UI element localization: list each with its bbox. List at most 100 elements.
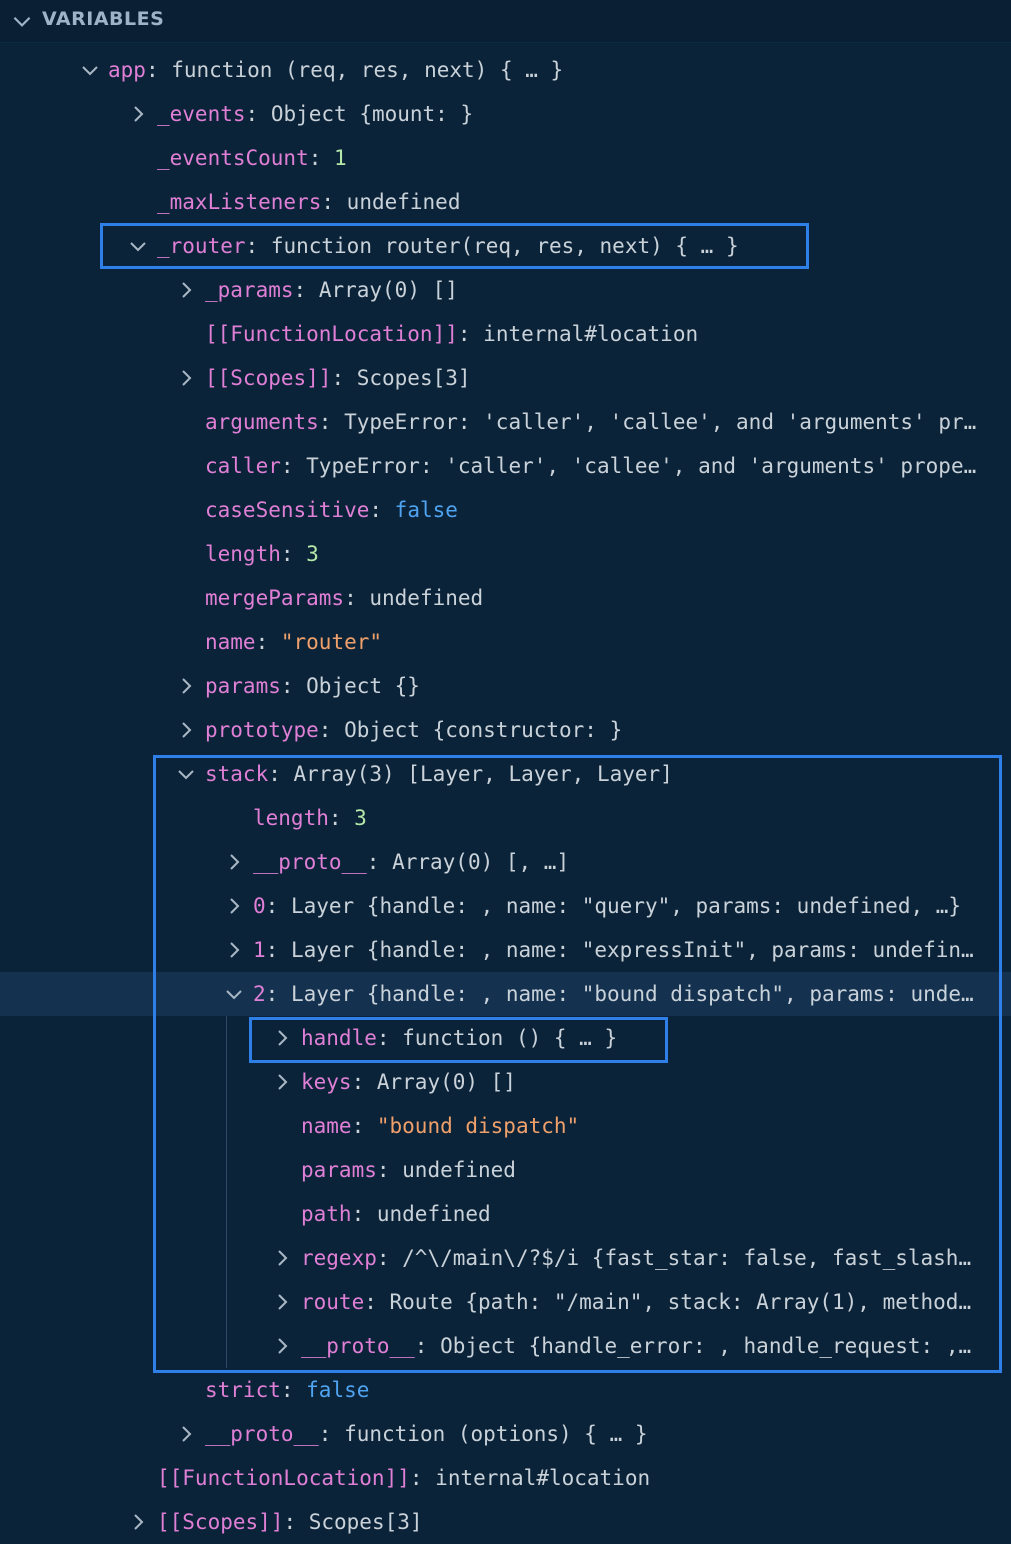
- variable-name: name: [301, 1114, 352, 1138]
- variable-value: 3: [306, 542, 319, 566]
- tree-row[interactable]: _router: function router(req, res, next)…: [0, 224, 1011, 268]
- tree-row[interactable]: 1: Layer {handle: , name: "expressInit",…: [0, 928, 1011, 972]
- separator: :: [351, 1070, 377, 1094]
- separator: :: [318, 1422, 345, 1446]
- chevron-right-icon[interactable]: [222, 850, 246, 874]
- tree-row[interactable]: __proto__: Object {handle_error: , handl…: [0, 1324, 1011, 1368]
- tree-row-label: length: 3: [253, 796, 1003, 840]
- variable-name: params: [205, 674, 281, 698]
- tree-row-label: params: Object {}: [205, 664, 1003, 708]
- separator: :: [318, 718, 345, 742]
- variable-name: regexp: [301, 1246, 377, 1270]
- tree-row[interactable]: length: 3: [0, 532, 1011, 576]
- chevron-right-icon[interactable]: [174, 278, 198, 302]
- tree-row[interactable]: path: undefined: [0, 1192, 1011, 1236]
- tree-row[interactable]: [[Scopes]]: Scopes[3]: [0, 1500, 1011, 1544]
- tree-row[interactable]: _eventsCount: 1: [0, 136, 1011, 180]
- tree-row[interactable]: caller: TypeError: 'caller', 'callee', a…: [0, 444, 1011, 488]
- chevron-right-icon[interactable]: [126, 1510, 150, 1534]
- chevron-right-icon[interactable]: [222, 938, 246, 962]
- tree-row[interactable]: __proto__: Array(0) [, …]: [0, 840, 1011, 884]
- tree-row-label: [[Scopes]]: Scopes[3]: [157, 1500, 1003, 1544]
- chevron-down-icon[interactable]: [78, 58, 102, 82]
- variable-value: internal#location: [435, 1466, 651, 1490]
- chevron-right-icon[interactable]: [270, 1246, 294, 1270]
- tree-row[interactable]: arguments: TypeError: 'caller', 'callee'…: [0, 400, 1011, 444]
- tree-row[interactable]: name: "bound dispatch": [0, 1104, 1011, 1148]
- separator: :: [351, 1114, 377, 1138]
- variables-section-header[interactable]: VARIABLES: [0, 0, 1011, 43]
- separator: :: [409, 1466, 436, 1490]
- chevron-right-icon[interactable]: [174, 366, 198, 390]
- separator: :: [331, 366, 357, 390]
- variable-name: [[Scopes]]: [157, 1510, 284, 1534]
- variable-value: false: [306, 1378, 370, 1402]
- variable-name: _eventsCount: [157, 146, 309, 170]
- chevron-right-icon[interactable]: [270, 1070, 294, 1094]
- separator: :: [280, 1378, 307, 1402]
- variable-value: 3: [354, 806, 367, 830]
- variable-name: prototype: [205, 718, 319, 742]
- chevron-down-icon[interactable]: [174, 762, 198, 786]
- chevron-right-icon[interactable]: [126, 102, 150, 126]
- tree-row[interactable]: caseSensitive: false: [0, 488, 1011, 532]
- tree-row[interactable]: mergeParams: undefined: [0, 576, 1011, 620]
- tree-row[interactable]: handle: function () { … }: [0, 1016, 1011, 1060]
- tree-row[interactable]: _events: Object {mount: }: [0, 92, 1011, 136]
- chevron-down-icon[interactable]: [126, 234, 150, 258]
- tree-row[interactable]: strict: false: [0, 1368, 1011, 1412]
- variable-name: keys: [301, 1070, 352, 1094]
- variable-name: app: [108, 58, 146, 82]
- chevron-right-icon[interactable]: [174, 718, 198, 742]
- separator: :: [457, 322, 484, 346]
- chevron-right-icon[interactable]: [270, 1334, 294, 1358]
- variable-name: _router: [157, 234, 246, 258]
- separator: :: [280, 674, 307, 698]
- tree-row[interactable]: [[FunctionLocation]]: internal#location: [0, 1456, 1011, 1500]
- tree-row[interactable]: length: 3: [0, 796, 1011, 840]
- variable-name: [[FunctionLocation]]: [205, 322, 458, 346]
- variable-value: 1: [334, 146, 347, 170]
- tree-row[interactable]: [[Scopes]]: Scopes[3]: [0, 356, 1011, 400]
- tree-row[interactable]: keys: Array(0) []: [0, 1060, 1011, 1104]
- tree-row[interactable]: params: Object {}: [0, 664, 1011, 708]
- tree-row[interactable]: name: "router": [0, 620, 1011, 664]
- tree-row[interactable]: 0: Layer {handle: , name: "query", param…: [0, 884, 1011, 928]
- variable-name: name: [205, 630, 256, 654]
- tree-row-label: app: function (req, res, next) { … }: [108, 48, 1003, 92]
- variable-name: params: [301, 1158, 377, 1182]
- variable-value: Array(3) [Layer, Layer, Layer]: [293, 762, 673, 786]
- chevron-down-icon: [9, 8, 35, 34]
- tree-row[interactable]: regexp: /^\/main\/?$/i {fast_star: false…: [0, 1236, 1011, 1280]
- chevron-right-icon[interactable]: [270, 1290, 294, 1314]
- separator: :: [308, 146, 335, 170]
- variable-value: TypeError: 'caller', 'callee', and 'argu…: [306, 454, 977, 478]
- variable-name: _maxListeners: [157, 190, 322, 214]
- separator: :: [265, 938, 291, 962]
- tree-row[interactable]: app: function (req, res, next) { … }: [0, 48, 1011, 92]
- tree-row[interactable]: [[FunctionLocation]]: internal#location: [0, 312, 1011, 356]
- tree-row-label: strict: false: [205, 1368, 1003, 1412]
- variable-name: _events: [157, 102, 246, 126]
- tree-row[interactable]: params: undefined: [0, 1148, 1011, 1192]
- tree-row[interactable]: __proto__: function (options) { … }: [0, 1412, 1011, 1456]
- tree-row[interactable]: _maxListeners: undefined: [0, 180, 1011, 224]
- tree-row-label: arguments: TypeError: 'caller', 'callee'…: [205, 400, 1003, 444]
- tree-row[interactable]: prototype: Object {constructor: }: [0, 708, 1011, 752]
- variable-value: Array(0) [, …]: [392, 850, 570, 874]
- variable-value: function (req, res, next) { … }: [171, 58, 564, 82]
- chevron-down-icon[interactable]: [222, 982, 246, 1006]
- tree-row[interactable]: _params: Array(0) []: [0, 268, 1011, 312]
- chevron-right-icon[interactable]: [270, 1026, 294, 1050]
- chevron-right-icon[interactable]: [174, 674, 198, 698]
- separator: :: [245, 102, 271, 126]
- tree-row-label: [[FunctionLocation]]: internal#location: [157, 1456, 1003, 1500]
- chevron-right-icon[interactable]: [222, 894, 246, 918]
- tree-row[interactable]: 2: Layer {handle: , name: "bound dispatc…: [0, 972, 1011, 1016]
- variable-value: Object {mount: }: [270, 102, 474, 126]
- tree-row[interactable]: stack: Array(3) [Layer, Layer, Layer]: [0, 752, 1011, 796]
- chevron-right-icon[interactable]: [174, 1422, 198, 1446]
- variable-name: caseSensitive: [205, 498, 370, 522]
- tree-row[interactable]: route: Route {path: "/main", stack: Arra…: [0, 1280, 1011, 1324]
- tree-row-label: _params: Array(0) []: [205, 268, 1003, 312]
